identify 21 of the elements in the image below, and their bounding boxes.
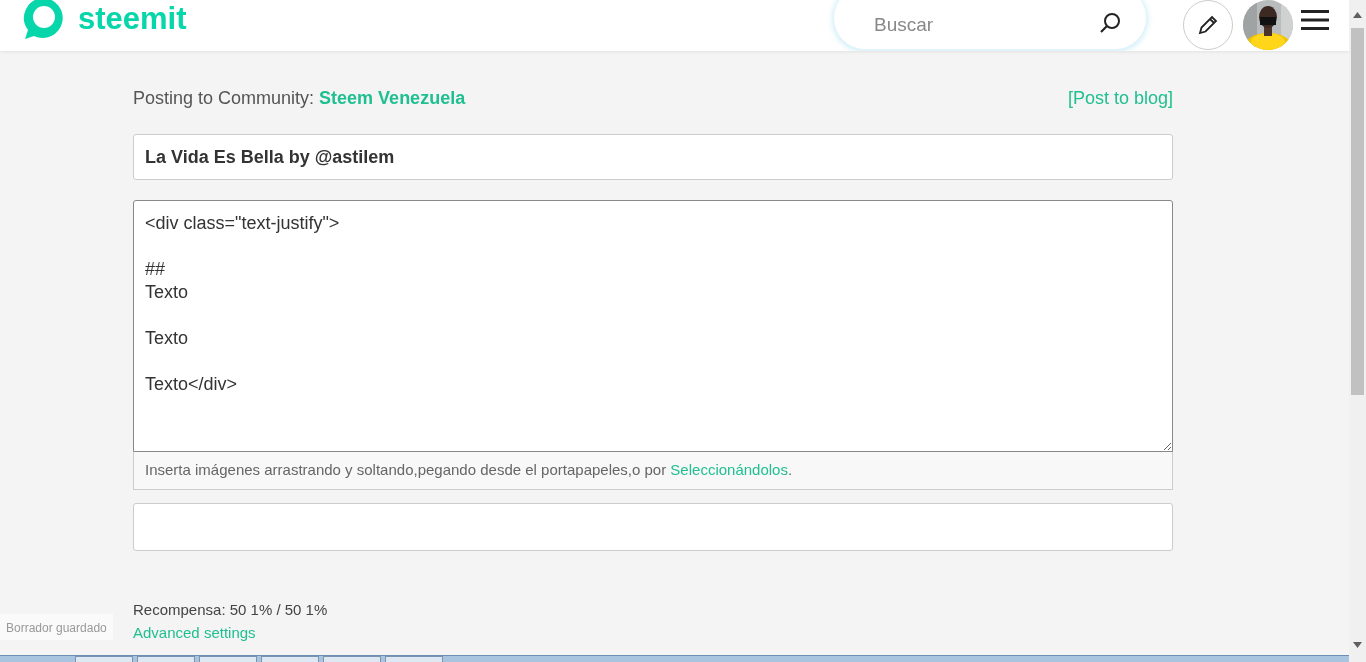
scrollbar-thumb[interactable] <box>1351 28 1364 395</box>
edit-button[interactable] <box>1183 0 1233 50</box>
post-to-blog-link[interactable]: [Post to blog] <box>1067 85 1173 112</box>
search-field[interactable]: Buscar <box>833 0 1147 50</box>
body-field[interactable]: <div class="text-justify"> ## Texto Texto Texto</div> <box>133 200 1173 452</box>
menu-icon <box>1301 8 1329 33</box>
search-icon[interactable] <box>1099 12 1121 34</box>
upload-hint: Inserta imágenes arrastrando y soltando,pegando desde el portapapeles,o por Seleccionándolos. <box>133 452 1173 490</box>
scrollbar[interactable] <box>1349 0 1366 662</box>
logo-text[interactable]: steemit <box>78 2 187 34</box>
title-field[interactable]: La Vida Es Bella by @astilem <box>133 134 1173 180</box>
scroll-down-icon[interactable] <box>1353 642 1362 648</box>
tags-field[interactable] <box>133 502 1173 551</box>
select-files-link[interactable]: Seleccionándolos <box>670 461 788 478</box>
reward-text: Recompensa: 50 1% / 50 1% <box>133 599 329 620</box>
menu-button[interactable] <box>1301 7 1329 33</box>
pencil-icon <box>1197 14 1219 36</box>
scroll-up-icon[interactable] <box>1353 12 1362 18</box>
advanced-settings-link[interactable]: Advanced settings <box>133 624 256 641</box>
posting-label: Posting to Community: Steem Venezuela <box>133 87 466 110</box>
toast-message: Borrador guardado <box>0 614 113 640</box>
